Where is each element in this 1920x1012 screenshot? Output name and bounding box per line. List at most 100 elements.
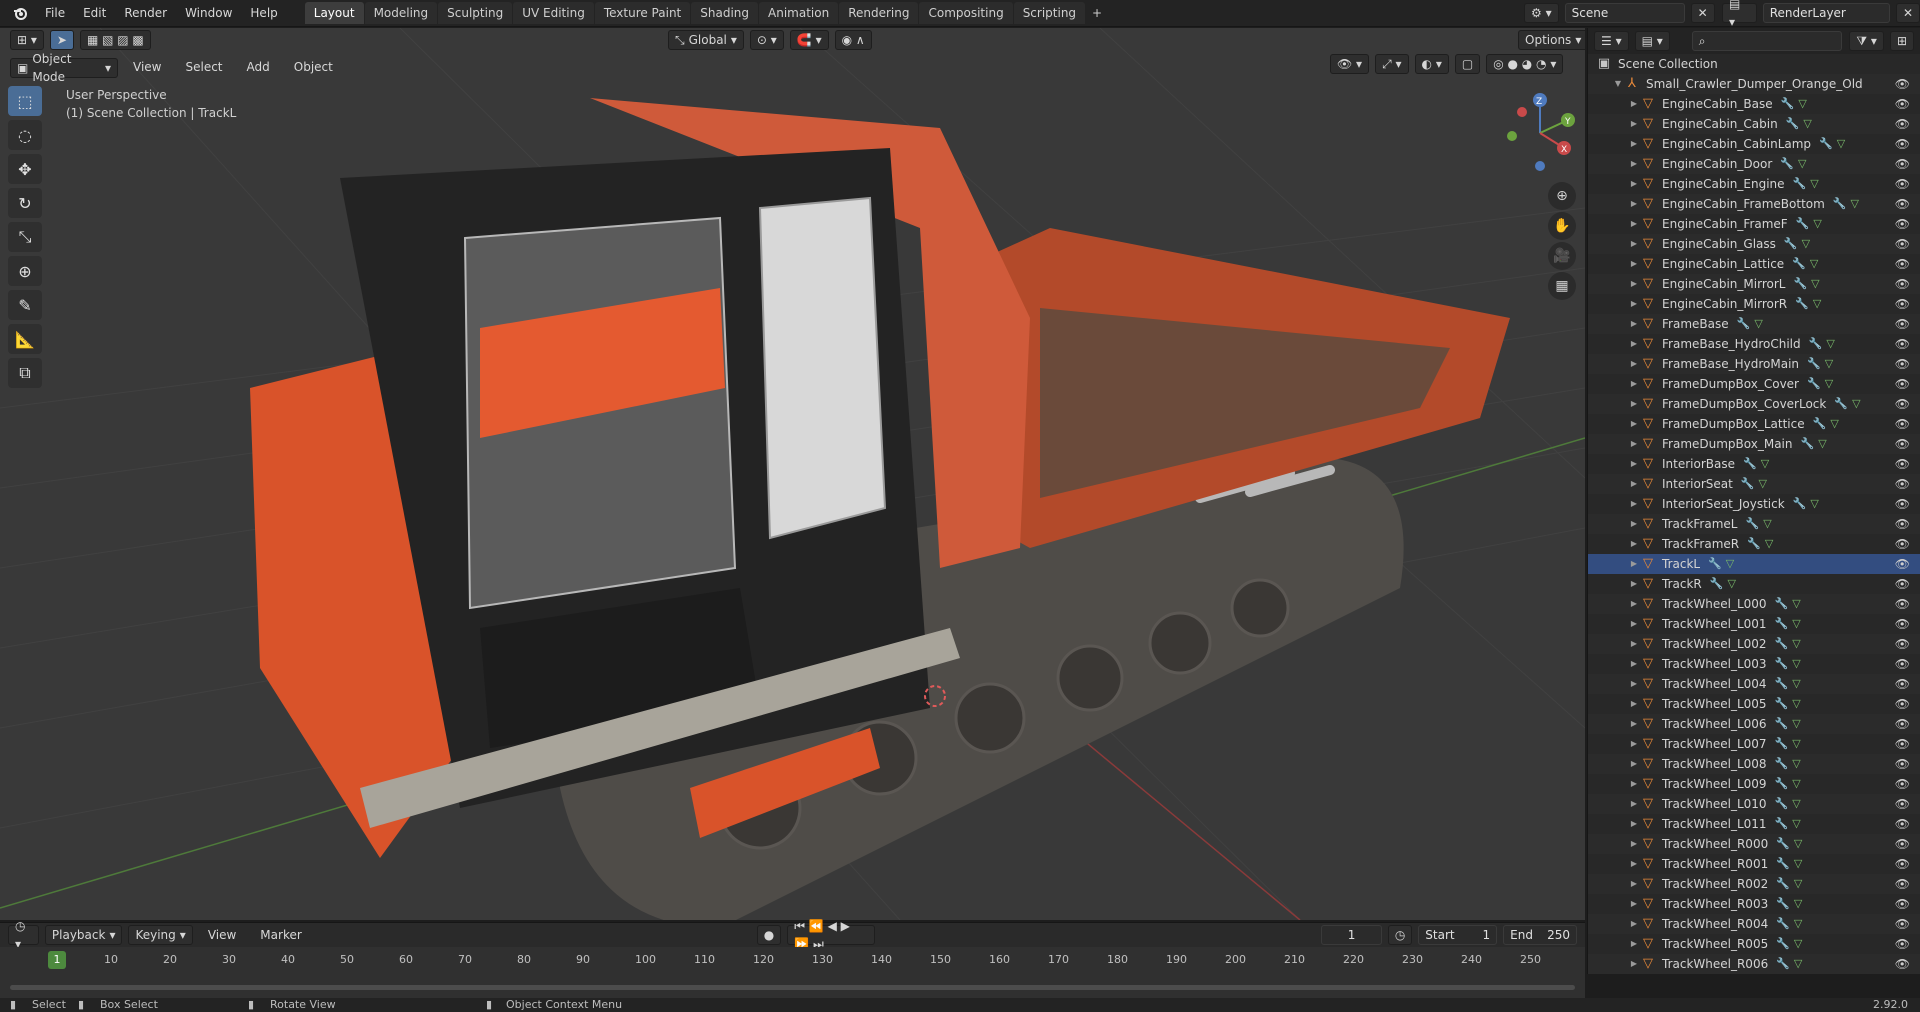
expand-arrow-icon[interactable]: ▶ bbox=[1628, 194, 1640, 214]
visibility-eye-icon[interactable]: 👁 bbox=[1895, 574, 1910, 594]
expand-arrow-icon[interactable]: ▶ bbox=[1628, 674, 1640, 694]
visibility-eye-icon[interactable]: 👁 bbox=[1895, 134, 1910, 154]
expand-arrow-icon[interactable]: ▶ bbox=[1628, 794, 1640, 814]
modifier-wrench-icon[interactable]: 🔧 bbox=[1809, 334, 1823, 354]
tab-modeling[interactable]: Modeling bbox=[364, 2, 438, 24]
visibility-icon[interactable]: 👁 ▾ bbox=[1330, 54, 1370, 74]
preview-range-icon[interactable]: ◷ bbox=[1387, 925, 1413, 945]
visibility-eye-icon[interactable]: 👁 bbox=[1895, 914, 1910, 934]
modifier-wrench-icon[interactable]: 🔧 bbox=[1813, 414, 1827, 434]
visibility-eye-icon[interactable]: 👁 bbox=[1895, 554, 1910, 574]
outliner-item[interactable]: ▶ ▽ TrackWheel_R001 🔧 ▽ 👁 bbox=[1588, 854, 1920, 874]
tab-shading[interactable]: Shading bbox=[691, 2, 758, 24]
expand-arrow-icon[interactable]: ▶ bbox=[1628, 714, 1640, 734]
mesh-data-icon[interactable]: ▽ bbox=[1792, 714, 1800, 734]
mesh-data-icon[interactable]: ▽ bbox=[1794, 954, 1802, 974]
modifier-wrench-icon[interactable]: 🔧 bbox=[1781, 94, 1795, 114]
modifier-wrench-icon[interactable]: 🔧 bbox=[1775, 774, 1789, 794]
render-layer-icon[interactable]: ▤ ▾ bbox=[1722, 0, 1757, 29]
mesh-data-icon[interactable]: ▽ bbox=[1792, 754, 1800, 774]
visibility-eye-icon[interactable]: 👁 bbox=[1895, 314, 1910, 334]
outliner-item[interactable]: ▶ ▽ TrackWheel_R004 🔧 ▽ 👁 bbox=[1588, 914, 1920, 934]
outliner-item[interactable]: ▶ ▽ EngineCabin_FrameBottom 🔧 ▽ 👁 bbox=[1588, 194, 1920, 214]
outliner-item[interactable]: ▶ ▽ TrackWheel_R005 🔧 ▽ 👁 bbox=[1588, 934, 1920, 954]
expand-arrow-icon[interactable]: ▶ bbox=[1628, 754, 1640, 774]
playback-menu[interactable]: Playback ▾ bbox=[44, 925, 123, 945]
rotate-tool-icon[interactable]: ↻ bbox=[8, 188, 42, 218]
menu-edit[interactable]: Edit bbox=[74, 0, 115, 27]
close-render-layer-icon[interactable]: ✕ bbox=[1895, 3, 1920, 23]
expand-arrow-icon[interactable]: ▶ bbox=[1628, 254, 1640, 274]
tab-scripting[interactable]: Scripting bbox=[1013, 2, 1086, 24]
menu-render[interactable]: Render bbox=[115, 0, 176, 27]
outliner-item[interactable]: ▶ ▽ InteriorSeat_Joystick 🔧 ▽ 👁 bbox=[1588, 494, 1920, 514]
outliner-item[interactable]: ▶ ▽ TrackR 🔧 ▽ 👁 bbox=[1588, 574, 1920, 594]
outliner-collection-row[interactable]: ▼ ⅄ Small_Crawler_Dumper_Orange_Old 👁 bbox=[1588, 74, 1920, 94]
outliner-item[interactable]: ▶ ▽ FrameBase 🔧 ▽ 👁 bbox=[1588, 314, 1920, 334]
mesh-data-icon[interactable]: ▽ bbox=[1792, 694, 1800, 714]
outliner-item[interactable]: ▶ ▽ TrackWheel_L008 🔧 ▽ 👁 bbox=[1588, 754, 1920, 774]
current-frame-field[interactable]: 1 bbox=[1321, 925, 1382, 945]
3d-viewport[interactable]: ▣ Object Mode ▾ View Select Add Object ⊞… bbox=[0, 28, 1585, 920]
playback-controls[interactable]: ⏮ ⏪ ◀ ▶ ⏩ ⏭ bbox=[787, 919, 876, 951]
record-icon[interactable]: ● bbox=[756, 925, 782, 945]
visibility-eye-icon[interactable]: 👁 bbox=[1895, 694, 1910, 714]
tab-texture-paint[interactable]: Texture Paint bbox=[594, 2, 691, 24]
mesh-data-icon[interactable]: ▽ bbox=[1851, 194, 1859, 214]
mesh-data-icon[interactable]: ▽ bbox=[1792, 634, 1800, 654]
modifier-wrench-icon[interactable]: 🔧 bbox=[1775, 694, 1789, 714]
mesh-data-icon[interactable]: ▽ bbox=[1830, 414, 1838, 434]
expand-arrow-icon[interactable]: ▶ bbox=[1628, 334, 1640, 354]
outliner-item[interactable]: ▶ ▽ EngineCabin_Glass 🔧 ▽ 👁 bbox=[1588, 234, 1920, 254]
visibility-eye-icon[interactable]: 👁 bbox=[1895, 954, 1910, 974]
outliner-item[interactable]: ▶ ▽ TrackWheel_L011 🔧 ▽ 👁 bbox=[1588, 814, 1920, 834]
mesh-data-icon[interactable]: ▽ bbox=[1802, 234, 1810, 254]
modifier-wrench-icon[interactable]: 🔧 bbox=[1776, 914, 1790, 934]
transform-tool-icon[interactable]: ⊕ bbox=[8, 256, 42, 286]
mesh-data-icon[interactable]: ▽ bbox=[1763, 514, 1771, 534]
visibility-eye-icon[interactable]: 👁 bbox=[1895, 114, 1910, 134]
mesh-data-icon[interactable]: ▽ bbox=[1826, 334, 1834, 354]
mesh-data-icon[interactable]: ▽ bbox=[1794, 934, 1802, 954]
tab-animation[interactable]: Animation bbox=[759, 2, 839, 24]
expand-arrow-icon[interactable]: ▼ bbox=[1612, 74, 1624, 94]
ortho-grid-icon[interactable]: ▦ bbox=[1548, 272, 1576, 300]
playhead[interactable]: 1 bbox=[48, 951, 66, 969]
outliner-item[interactable]: ▶ ▽ TrackWheel_L010 🔧 ▽ 👁 bbox=[1588, 794, 1920, 814]
viewport-menu-add[interactable]: Add bbox=[238, 54, 279, 81]
modifier-wrench-icon[interactable]: 🔧 bbox=[1775, 654, 1789, 674]
outliner-search-input[interactable]: ⌕ bbox=[1691, 31, 1842, 51]
add-cube-tool-icon[interactable]: ⧉ bbox=[8, 358, 42, 388]
expand-arrow-icon[interactable]: ▶ bbox=[1628, 234, 1640, 254]
expand-arrow-icon[interactable]: ▶ bbox=[1628, 554, 1640, 574]
outliner-item[interactable]: ▶ ▽ TrackWheel_L009 🔧 ▽ 👁 bbox=[1588, 774, 1920, 794]
xray-icon[interactable]: ▢ bbox=[1454, 54, 1481, 74]
visibility-eye-icon[interactable]: 👁 bbox=[1895, 474, 1910, 494]
expand-arrow-icon[interactable]: ▶ bbox=[1628, 174, 1640, 194]
keying-menu[interactable]: Keying ▾ bbox=[128, 925, 193, 945]
outliner-display-mode-icon[interactable]: ☰ ▾ bbox=[1594, 31, 1629, 51]
visibility-eye-icon[interactable]: 👁 bbox=[1895, 334, 1910, 354]
expand-arrow-icon[interactable]: ▶ bbox=[1628, 894, 1640, 914]
mesh-data-icon[interactable]: ▽ bbox=[1818, 434, 1826, 454]
outliner-item[interactable]: ▶ ▽ FrameDumpBox_Main 🔧 ▽ 👁 bbox=[1588, 434, 1920, 454]
modifier-wrench-icon[interactable]: 🔧 bbox=[1743, 454, 1757, 474]
outliner-item[interactable]: ▶ ▽ TrackWheel_L003 🔧 ▽ 👁 bbox=[1588, 654, 1920, 674]
modifier-wrench-icon[interactable]: 🔧 bbox=[1776, 874, 1790, 894]
visibility-eye-icon[interactable]: 👁 bbox=[1895, 634, 1910, 654]
modifier-wrench-icon[interactable]: 🔧 bbox=[1710, 574, 1724, 594]
visibility-eye-icon[interactable]: 👁 bbox=[1895, 354, 1910, 374]
expand-arrow-icon[interactable]: ▶ bbox=[1628, 94, 1640, 114]
modifier-wrench-icon[interactable]: 🔧 bbox=[1708, 554, 1722, 574]
visibility-eye-icon[interactable]: 👁 bbox=[1895, 514, 1910, 534]
expand-arrow-icon[interactable]: ▶ bbox=[1628, 854, 1640, 874]
modifier-wrench-icon[interactable]: 🔧 bbox=[1775, 754, 1789, 774]
mesh-data-icon[interactable]: ▽ bbox=[1726, 554, 1734, 574]
expand-arrow-icon[interactable]: ▶ bbox=[1628, 454, 1640, 474]
tab-rendering[interactable]: Rendering bbox=[839, 2, 919, 24]
visibility-eye-icon[interactable]: 👁 bbox=[1895, 654, 1910, 674]
modifier-wrench-icon[interactable]: 🔧 bbox=[1819, 134, 1833, 154]
viewport-menu-view[interactable]: View bbox=[124, 54, 170, 81]
outliner-item[interactable]: ▶ ▽ EngineCabin_Cabin 🔧 ▽ 👁 bbox=[1588, 114, 1920, 134]
visibility-eye-icon[interactable]: 👁 bbox=[1895, 814, 1910, 834]
